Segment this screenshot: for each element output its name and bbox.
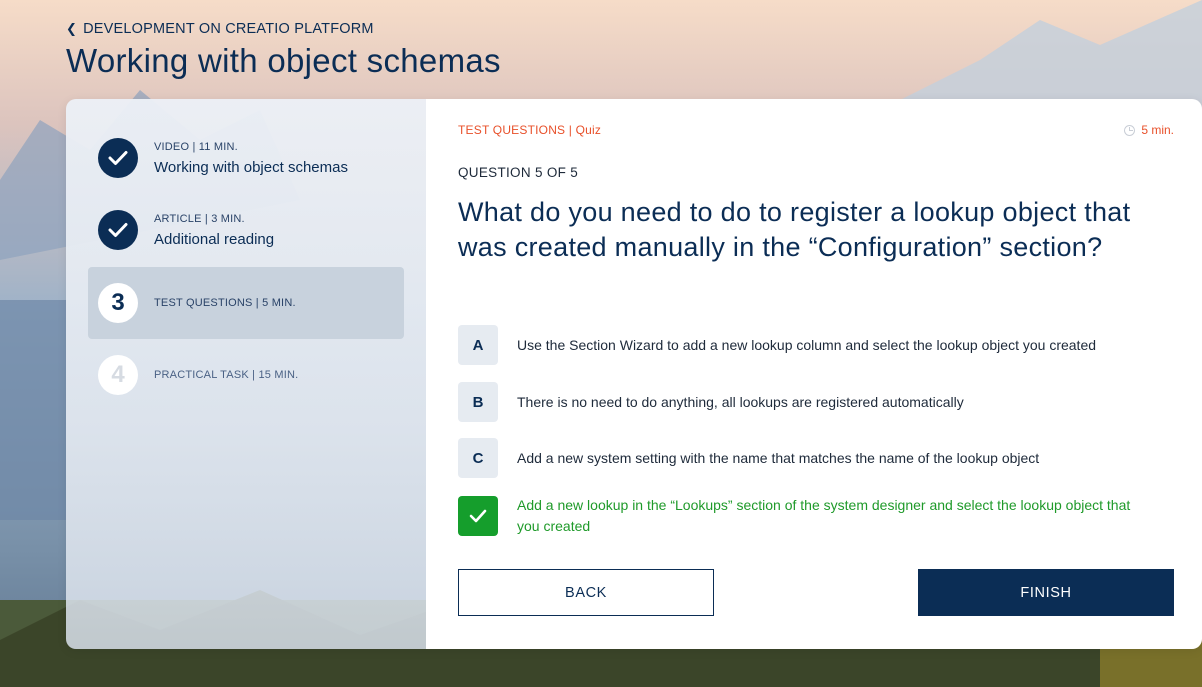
sidebar-step-video[interactable]: VIDEO | 11 MIN. Working with object sche… (88, 122, 404, 194)
option-text: Add a new lookup in the “Lookups” sectio… (517, 497, 1131, 534)
answer-option-a[interactable]: A Use the Section Wizard to add a new lo… (458, 325, 1148, 365)
breadcrumb-back-link[interactable]: ❮ DEVELOPMENT ON CREATIO PLATFORM (66, 21, 374, 37)
check-icon (458, 496, 498, 536)
lesson-card: VIDEO | 11 MIN. Working with object sche… (66, 99, 1202, 649)
option-letter: A (458, 325, 498, 365)
sidebar-step-test-questions[interactable]: 3 TEST QUESTIONS | 5 MIN. (88, 267, 404, 339)
finish-button[interactable]: FINISH (918, 569, 1174, 616)
option-text: Use the Section Wizard to add a new look… (517, 336, 1097, 353)
lesson-steps-sidebar: VIDEO | 11 MIN. Working with object sche… (66, 99, 426, 649)
step-meta: VIDEO | 11 MIN. (154, 140, 238, 153)
step-meta: ARTICLE | 3 MIN. (154, 212, 245, 225)
option-letter: C (458, 438, 498, 478)
timer-label: 5 min. (1141, 123, 1174, 137)
chevron-left-icon: ❮ (66, 21, 78, 36)
step-meta: PRACTICAL TASK | 15 MIN. (154, 369, 299, 381)
step-number: 4 (98, 355, 138, 395)
breadcrumb-label: DEVELOPMENT ON CREATIO PLATFORM (83, 21, 374, 37)
timer: 5 min. (1124, 123, 1174, 137)
option-text: There is no need to do anything, all loo… (517, 393, 964, 410)
answer-option-b[interactable]: B There is no need to do anything, all l… (458, 382, 1148, 422)
check-icon (98, 138, 138, 178)
option-letter: B (458, 382, 498, 422)
question-counter: QUESTION 5 OF 5 (458, 165, 579, 180)
step-meta: TEST QUESTIONS | 5 MIN. (154, 297, 296, 309)
clock-icon (1124, 124, 1136, 136)
sidebar-step-practical-task[interactable]: 4 PRACTICAL TASK | 15 MIN. (88, 339, 404, 411)
quiz-panel: TEST QUESTIONS | Quiz 5 min. QUESTION 5 … (426, 99, 1202, 649)
answer-option-c[interactable]: C Add a new system setting with the name… (458, 438, 1148, 478)
step-name: Additional reading (154, 230, 275, 248)
answer-option-d[interactable]: Add a new lookup in the “Lookups” sectio… (458, 495, 1148, 537)
section-tag: TEST QUESTIONS | Quiz (458, 123, 602, 137)
check-icon (98, 210, 138, 250)
page-title: Working with object schemas (66, 42, 501, 79)
question-text: What do you need to do to register a loo… (458, 197, 1131, 262)
sidebar-step-article[interactable]: ARTICLE | 3 MIN. Additional reading (88, 194, 404, 266)
back-button[interactable]: BACK (458, 569, 714, 616)
option-text: Add a new system setting with the name t… (517, 449, 1040, 466)
step-name: Working with object schemas (154, 158, 348, 176)
step-number: 3 (98, 283, 138, 323)
